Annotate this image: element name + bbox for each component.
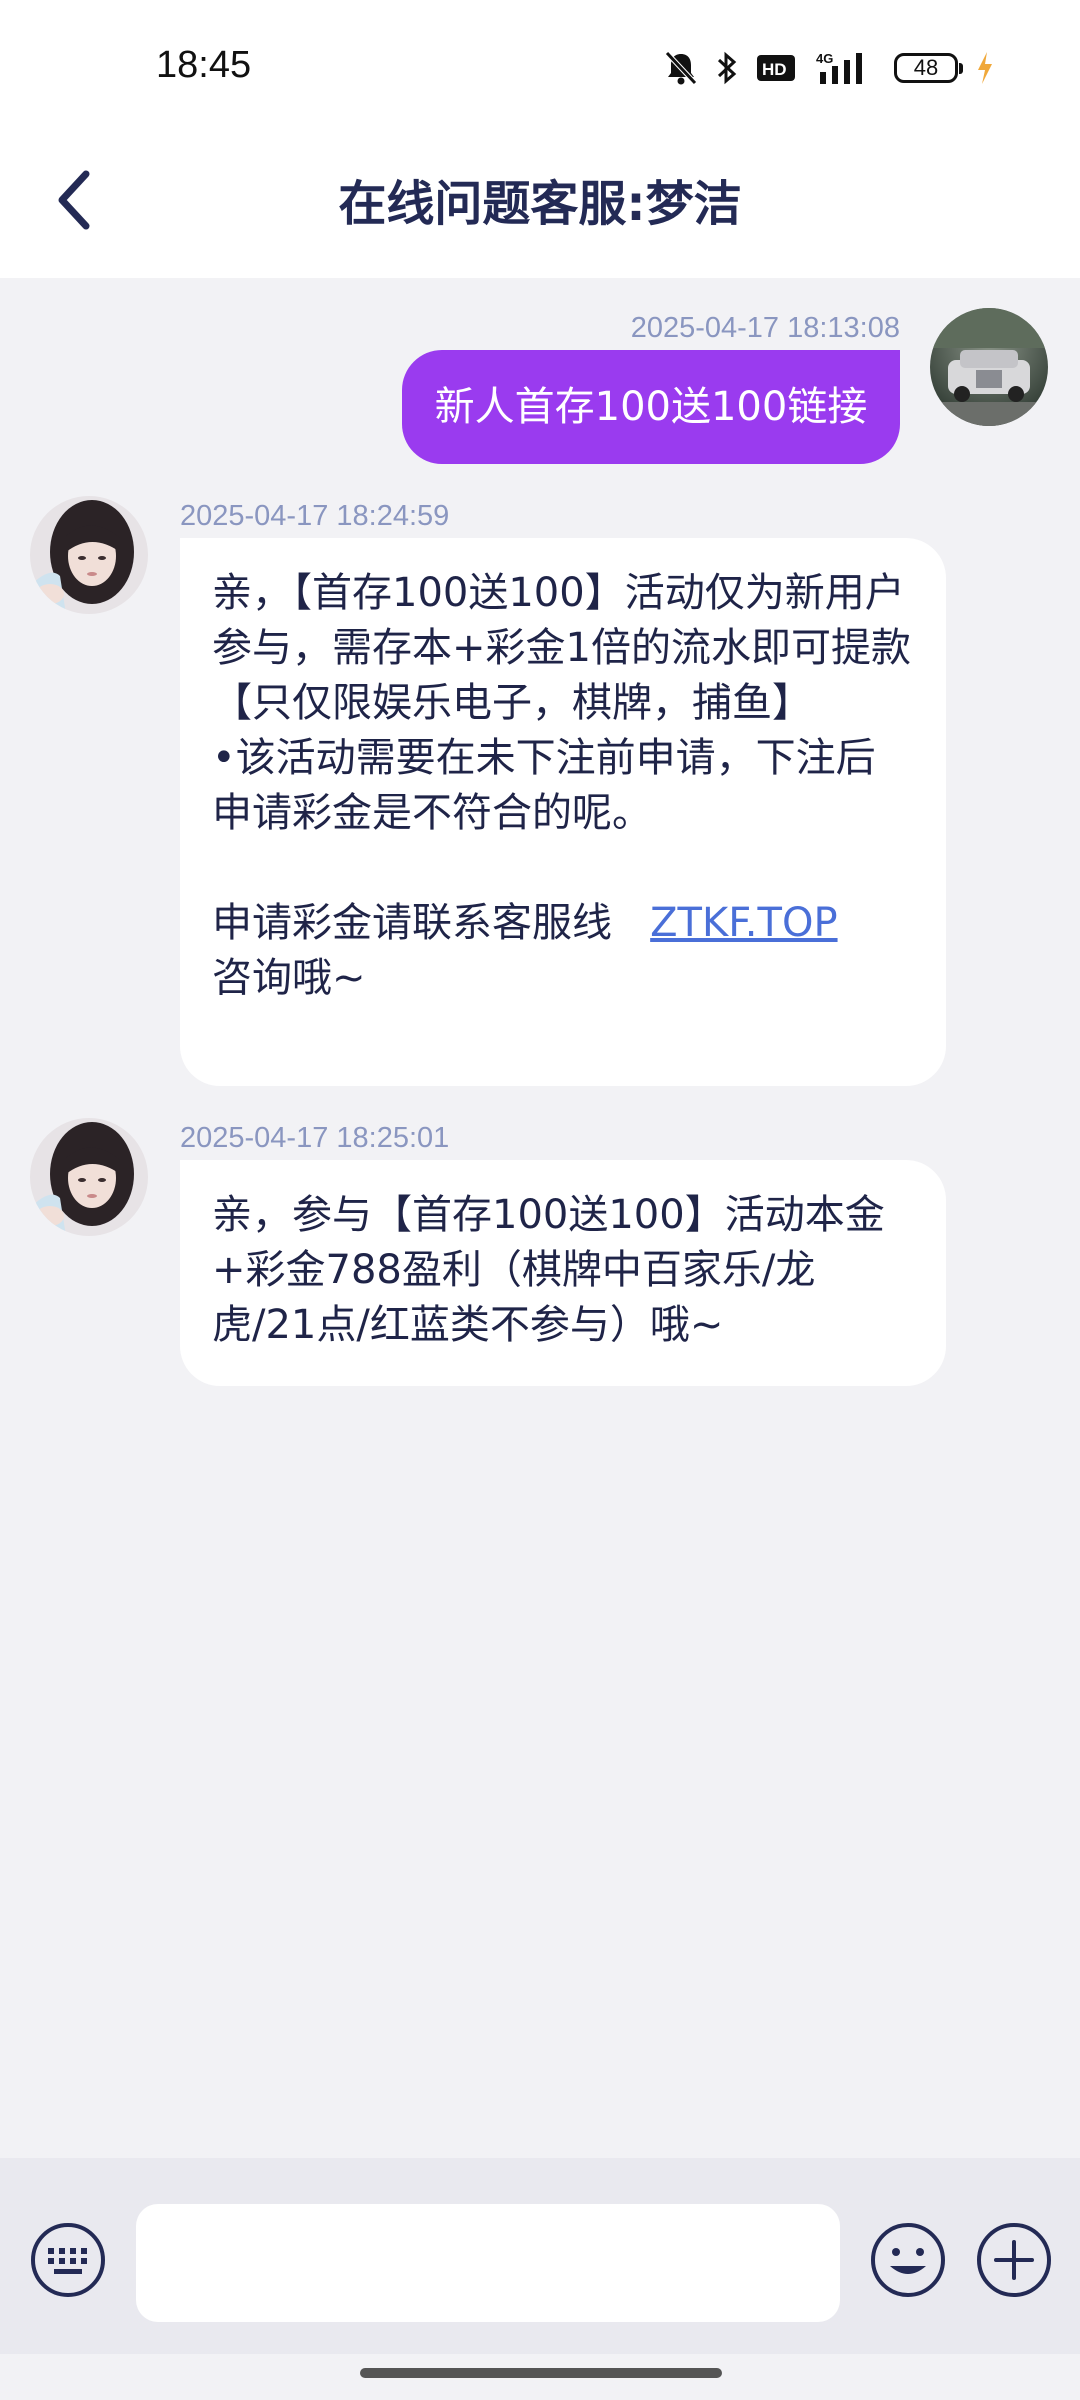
avatar[interactable] [30, 1118, 148, 1236]
emoji-icon [871, 2223, 945, 2297]
4g-signal-icon: 4G [814, 50, 876, 86]
message-timestamp: 2025-04-17 18:24:59 [180, 500, 450, 532]
plus-icon [977, 2223, 1051, 2297]
svg-text:HD: HD [762, 60, 787, 79]
hd-icon: HD [756, 53, 796, 83]
avatar[interactable] [30, 496, 148, 614]
message-bubble-incoming[interactable]: 亲，【首存100送100】活动仅为新用户参与，需存本+彩金1倍的流水即可提款【只… [180, 538, 946, 1086]
charging-icon [976, 51, 994, 85]
avatar[interactable] [930, 308, 1048, 426]
chat-screen: 18:45 HD 4G 48 在线问题客服:梦洁 2025-04-17 18:1… [0, 0, 1080, 2400]
message-input[interactable] [136, 2204, 840, 2322]
svg-text:4G: 4G [816, 51, 833, 66]
message-input-bar [0, 2158, 1080, 2354]
status-bar: 18:45 HD 4G 48 [0, 0, 1080, 130]
keyboard-toggle-button[interactable] [28, 2220, 108, 2300]
battery-icon: 48 [894, 53, 963, 83]
message-text: •该活动需要在未下注前申请，下注后申请彩金是不符合的呢。 [212, 735, 876, 836]
mute-bell-icon [664, 50, 698, 86]
message-text: 亲，【首存100送100】活动仅为新用户参与，需存本+彩金1倍的流水即可提款【只… [212, 570, 911, 726]
page-title: 在线问题客服:梦洁 [338, 176, 742, 232]
chat-header: 在线问题客服:梦洁 [0, 130, 1080, 278]
message-timestamp: 2025-04-17 18:25:01 [180, 1122, 450, 1154]
message-bubble-outgoing[interactable]: 新人首存100送100链接 [402, 350, 900, 464]
message-text: 申请彩金请联系客服线 ZTKF.TOP 咨询哦~ [212, 896, 914, 1006]
message-text-suffix: 咨询哦~ [212, 955, 366, 1001]
bluetooth-icon [716, 50, 738, 86]
home-indicator[interactable] [360, 2368, 722, 2378]
message-text-prefix: 申请彩金请联系客服线 [212, 900, 612, 946]
message-text: 新人首存100送100链接 [434, 384, 868, 430]
add-attachment-button[interactable] [974, 2220, 1054, 2300]
message-spacer [212, 841, 914, 896]
status-time: 18:45 [156, 44, 252, 86]
status-icons: HD 4G 48 [664, 46, 994, 90]
message-text: 亲，参与【首存100送100】活动本金+彩金788盈利（棋牌中百家乐/龙虎/21… [212, 1192, 885, 1348]
emoji-button[interactable] [868, 2220, 948, 2300]
message-bubble-incoming[interactable]: 亲，参与【首存100送100】活动本金+彩金788盈利（棋牌中百家乐/龙虎/21… [180, 1160, 946, 1386]
message-timestamp: 2025-04-17 18:13:08 [630, 312, 900, 344]
support-link[interactable]: ZTKF.TOP [650, 900, 837, 946]
keyboard-icon [31, 2223, 105, 2297]
